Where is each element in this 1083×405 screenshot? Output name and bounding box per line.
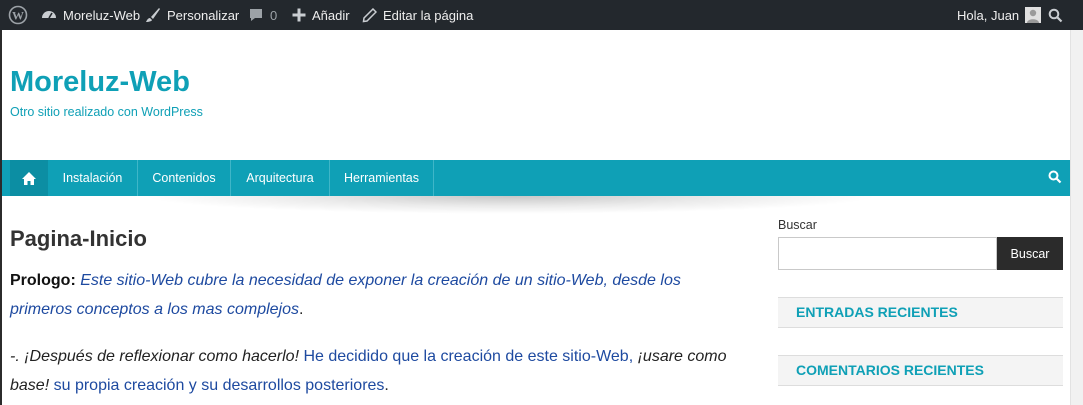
intro-paragraph: -. ¡Después de reflexionar como hacerlo!…	[10, 342, 745, 400]
search-button[interactable]: Buscar	[997, 237, 1063, 270]
intro-text-d: su propia creación y su desarrollos post…	[53, 377, 385, 394]
customize-label: Personalizar	[167, 7, 240, 23]
recent-posts-title: ENTRADAS RECIENTES	[796, 304, 958, 320]
prologue-label: Prologo:	[10, 272, 76, 289]
nav-search-icon[interactable]	[1048, 170, 1062, 189]
site-name-label: Moreluz-Web	[63, 7, 141, 23]
svg-text:W: W	[12, 9, 24, 23]
new-label: Añadir	[312, 7, 350, 23]
page-title: Pagina-Inicio	[10, 226, 147, 251]
intro-text-b: He decidido que la creación de este siti…	[303, 348, 634, 365]
intro-period: .	[384, 377, 389, 394]
recent-comments-title: COMENTARIOS RECIENTES	[796, 362, 984, 378]
intro-text-a: -. ¡Después de reflexionar como hacerlo!	[10, 348, 304, 365]
search-input[interactable]	[778, 237, 997, 270]
recent-comments-widget: COMENTARIOS RECIENTES	[778, 355, 1063, 386]
nav-item-arquitectura[interactable]: Arquitectura	[231, 160, 330, 196]
vertical-scrollbar[interactable]	[1070, 30, 1083, 405]
prologue-period: .	[299, 301, 304, 318]
comments-count: 0	[270, 7, 278, 23]
brush-icon	[146, 8, 160, 22]
pencil-icon	[362, 7, 377, 22]
comments-menu[interactable]: 0	[248, 0, 277, 30]
comment-icon	[250, 9, 262, 21]
home-icon[interactable]	[10, 160, 48, 196]
customize-menu[interactable]: Personalizar	[145, 0, 239, 30]
prologue-text: Este sitio-Web cubre la necesidad de exp…	[10, 272, 681, 318]
edit-page-menu[interactable]: Editar la página	[362, 0, 473, 30]
site-name-menu[interactable]: Moreluz-Web	[41, 0, 140, 30]
admin-bar: W Moreluz-Web Personalizar 0 Añadir Edit…	[0, 0, 1083, 30]
dashboard-icon	[42, 11, 56, 19]
plus-icon	[292, 8, 306, 22]
edit-page-label: Editar la página	[383, 7, 474, 23]
primary-navigation: Instalación Contenidos Arquitectura Herr…	[2, 160, 1070, 196]
search-label: Buscar	[778, 218, 817, 232]
my-account-menu[interactable]: Hola, Juan	[957, 0, 1042, 30]
nav-item-instalacion[interactable]: Instalación	[48, 160, 138, 196]
nav-item-herramientas[interactable]: Herramientas	[330, 160, 434, 196]
greeting-label: Hola, Juan	[957, 7, 1020, 23]
nav-item-contenidos[interactable]: Contenidos	[138, 160, 231, 196]
window-edge	[0, 30, 2, 405]
search-icon[interactable]	[1048, 0, 1063, 30]
prologue-paragraph: Prologo: Este sitio-Web cubre la necesid…	[10, 266, 745, 324]
user-avatar-icon	[1025, 7, 1042, 23]
site-title[interactable]: Moreluz-Web	[10, 66, 190, 99]
nav-shadow	[140, 196, 880, 214]
site-description: Otro sitio realizado con WordPress	[10, 105, 203, 119]
new-content-menu[interactable]: Añadir	[292, 0, 350, 30]
recent-posts-widget: ENTRADAS RECIENTES	[778, 297, 1063, 328]
wordpress-logo-icon[interactable]: W	[8, 0, 28, 30]
